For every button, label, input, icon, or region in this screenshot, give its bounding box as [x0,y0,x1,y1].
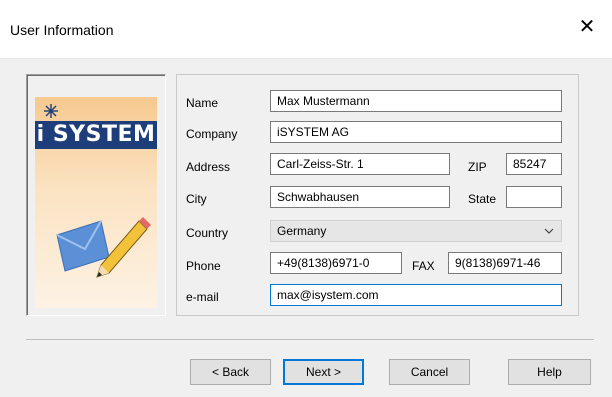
back-button[interactable]: < Back [190,359,271,385]
branding-panel: i SYSTEM [26,74,166,316]
state-label: State [468,192,497,206]
zip-field[interactable]: 85247 [506,153,562,175]
phone-label: Phone [186,259,221,273]
country-selected-value: Germany [277,224,327,238]
fax-label: FAX [412,259,435,273]
company-logo: i SYSTEM [35,121,157,149]
starburst-icon [44,104,58,118]
cancel-button[interactable]: Cancel [389,359,470,385]
phone-field[interactable]: +49(8138)6971-0 [270,252,402,274]
zip-label: ZIP [468,160,487,174]
window-title: User Information [10,22,114,38]
company-label: Company [186,127,238,141]
name-label: Name [186,96,219,110]
help-button[interactable]: Help [508,359,591,385]
next-button[interactable]: Next > [283,359,364,385]
chevron-down-icon[interactable] [543,225,555,237]
country-label: Country [186,226,229,240]
user-information-dialog: User Information ✕ i SYSTEM Name Max Mus… [0,0,612,397]
branding-image: i SYSTEM [35,97,157,308]
fax-field[interactable]: 9(8138)6971-46 [448,252,562,274]
close-icon[interactable]: ✕ [576,16,598,38]
city-field[interactable]: Schwabhausen [270,186,450,208]
envelope-pencil-icon [56,217,151,278]
email-field[interactable]: max@isystem.com [270,284,562,306]
title-bar: User Information ✕ [0,0,612,58]
city-label: City [186,192,207,206]
title-separator [0,58,612,59]
country-select[interactable]: Germany [270,220,562,242]
company-field[interactable]: iSYSTEM AG [270,121,562,143]
name-field[interactable]: Max Mustermann [270,90,562,112]
email-label: e-mail [186,290,219,304]
button-separator [26,339,594,340]
address-field[interactable]: Carl-Zeiss-Str. 1 [270,153,450,175]
state-field[interactable] [506,186,562,208]
address-label: Address [186,160,231,174]
